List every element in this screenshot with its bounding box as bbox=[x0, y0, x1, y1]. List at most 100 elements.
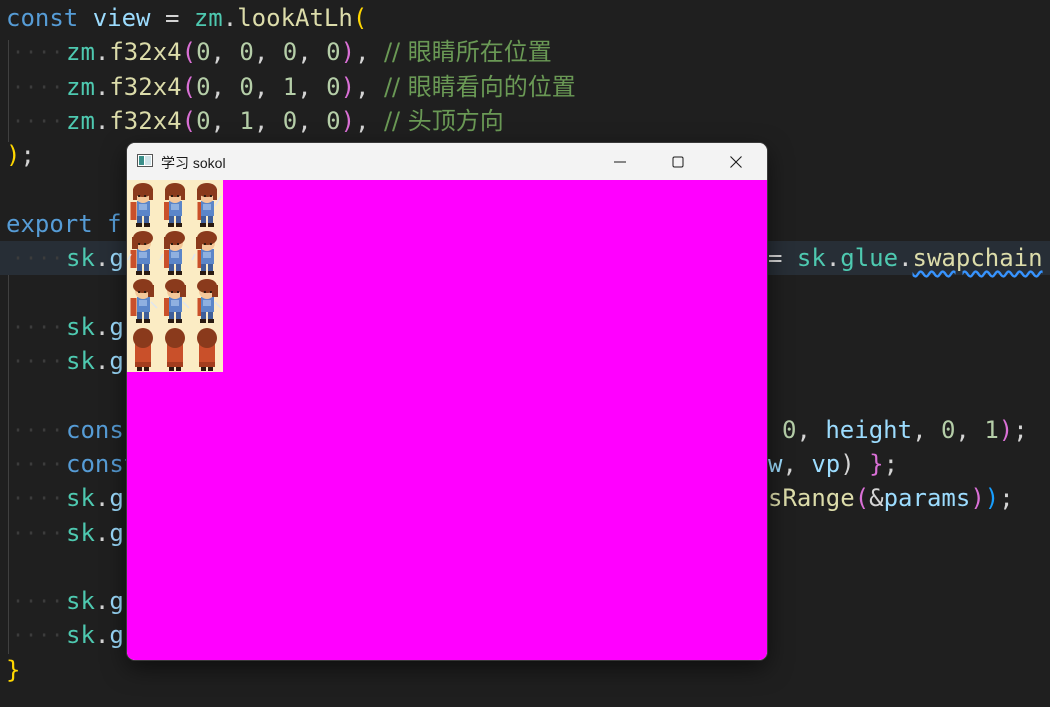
code-token: = bbox=[150, 4, 194, 32]
code-token: ( bbox=[181, 72, 197, 101]
render-canvas[interactable] bbox=[127, 180, 767, 660]
maximize-button[interactable] bbox=[649, 143, 707, 180]
code-text: sk.g bbox=[66, 241, 124, 275]
code-token: ; bbox=[1013, 415, 1028, 444]
code-token: ; bbox=[883, 449, 899, 478]
code-token: . bbox=[94, 244, 110, 273]
code-token: 1 bbox=[282, 72, 298, 101]
code-token: ) bbox=[340, 72, 356, 101]
code-token: g bbox=[109, 621, 124, 650]
code-token: 0 bbox=[282, 106, 298, 135]
code-token: & bbox=[869, 484, 884, 513]
code-token: 0 bbox=[196, 72, 211, 101]
code-token: ) bbox=[6, 141, 21, 170]
code-text: } bbox=[6, 653, 20, 687]
code-line[interactable]: ···· zm.f32x4(0, 0, 0, 0), // 眼睛所在位置 bbox=[0, 35, 1050, 69]
code-token: ( bbox=[854, 484, 870, 513]
code-token: . bbox=[94, 72, 110, 101]
code-token: . bbox=[222, 4, 238, 32]
code-token: sk bbox=[66, 484, 95, 513]
window-title: 学习 sokol bbox=[161, 155, 226, 171]
whitespace-marker: ···· bbox=[12, 589, 65, 614]
code-token: 0 bbox=[282, 38, 298, 67]
code-token: , bbox=[912, 415, 941, 444]
code-token: g bbox=[109, 587, 124, 616]
code-token: 1 bbox=[984, 415, 999, 444]
code-token: g bbox=[109, 244, 124, 273]
app-window[interactable]: 学习 sokol bbox=[127, 143, 767, 660]
whitespace-marker: ···· bbox=[12, 417, 65, 442]
code-token: params bbox=[883, 484, 971, 513]
code-token: sk bbox=[66, 312, 95, 341]
code-token: f bbox=[107, 209, 122, 238]
code-token: . bbox=[94, 347, 110, 375]
code-token: . bbox=[94, 587, 110, 616]
window-titlebar[interactable]: 学习 sokol bbox=[127, 143, 767, 180]
code-token: . bbox=[825, 244, 841, 273]
code-token: . bbox=[94, 484, 110, 513]
code-line[interactable]: ···· zm.f32x4(0, 0, 1, 0), // 眼睛看向的位置 bbox=[0, 70, 1050, 104]
hero-sprite-frame bbox=[130, 183, 153, 227]
code-token: ( bbox=[181, 38, 197, 67]
code-token: g bbox=[109, 347, 124, 375]
code-token: // 眼睛看向的位置 bbox=[383, 72, 576, 101]
code-text: sk.g bbox=[66, 618, 124, 652]
code-token: 0 bbox=[326, 106, 341, 135]
maximize-icon bbox=[672, 156, 684, 168]
code-token: g bbox=[109, 312, 124, 341]
code-token: vp bbox=[811, 449, 841, 478]
code-token: . bbox=[94, 518, 110, 547]
code-token: , bbox=[210, 72, 240, 101]
code-token: = bbox=[768, 244, 797, 273]
code-token: export bbox=[6, 209, 93, 238]
code-token: , bbox=[796, 415, 826, 444]
hero-sprite-frame bbox=[159, 231, 185, 275]
code-token: ) bbox=[840, 449, 870, 478]
code-token: sRange bbox=[768, 484, 855, 513]
close-icon bbox=[730, 156, 742, 168]
code-token: , bbox=[355, 106, 384, 135]
whitespace-marker: ···· bbox=[12, 349, 65, 373]
code-text-tail: 0, height, 0, 1); bbox=[782, 413, 1028, 447]
code-token: cons bbox=[66, 415, 124, 444]
hero-sprite-frame bbox=[197, 183, 222, 227]
code-token: // 眼睛所在位置 bbox=[383, 38, 552, 67]
code-text-tail: w, vp) }; bbox=[768, 447, 898, 481]
code-token: sk bbox=[66, 621, 95, 650]
code-token: ; bbox=[999, 484, 1014, 513]
code-token: , bbox=[297, 72, 327, 101]
code-line[interactable]: ···· zm.f32x4(0, 1, 0, 0), // 头顶方向 bbox=[0, 104, 1050, 138]
close-button[interactable] bbox=[707, 143, 765, 180]
code-token: , bbox=[297, 106, 327, 135]
code-text-tail: = sk.glue.swapchain bbox=[768, 241, 1043, 275]
code-token: , bbox=[253, 106, 283, 135]
code-text: sk.g bbox=[66, 516, 124, 550]
code-text: const view = zm.lookAtLh( bbox=[6, 1, 367, 35]
code-token: 0 bbox=[326, 72, 341, 101]
hero-sprite-frame bbox=[127, 231, 153, 275]
code-token: zm bbox=[193, 4, 223, 32]
code-token: swapchain bbox=[912, 244, 1043, 273]
whitespace-marker: ···· bbox=[12, 520, 65, 545]
code-token: sk bbox=[66, 587, 95, 616]
code-token: 0 bbox=[940, 415, 956, 444]
code-text: cons bbox=[66, 413, 124, 447]
code-token: sk bbox=[66, 244, 95, 273]
code-text: ); bbox=[6, 138, 35, 172]
code-text: zm.f32x4(0, 0, 1, 0), // 眼睛看向的位置 bbox=[66, 70, 576, 104]
code-token: , bbox=[210, 38, 240, 67]
code-token: , bbox=[955, 415, 985, 444]
code-token: 0 bbox=[196, 106, 211, 135]
code-token: const bbox=[6, 4, 79, 32]
code-line[interactable]: const view = zm.lookAtLh( bbox=[0, 1, 1050, 35]
code-token: . bbox=[94, 312, 110, 341]
app-window-icon bbox=[137, 154, 153, 167]
code-token: lookAtLh bbox=[237, 4, 353, 32]
code-token: g bbox=[109, 484, 124, 513]
whitespace-marker: ···· bbox=[12, 623, 65, 648]
code-token: g bbox=[109, 518, 124, 547]
minimize-button[interactable] bbox=[591, 143, 649, 180]
code-token: } bbox=[869, 449, 884, 478]
whitespace-marker: ···· bbox=[12, 108, 65, 133]
